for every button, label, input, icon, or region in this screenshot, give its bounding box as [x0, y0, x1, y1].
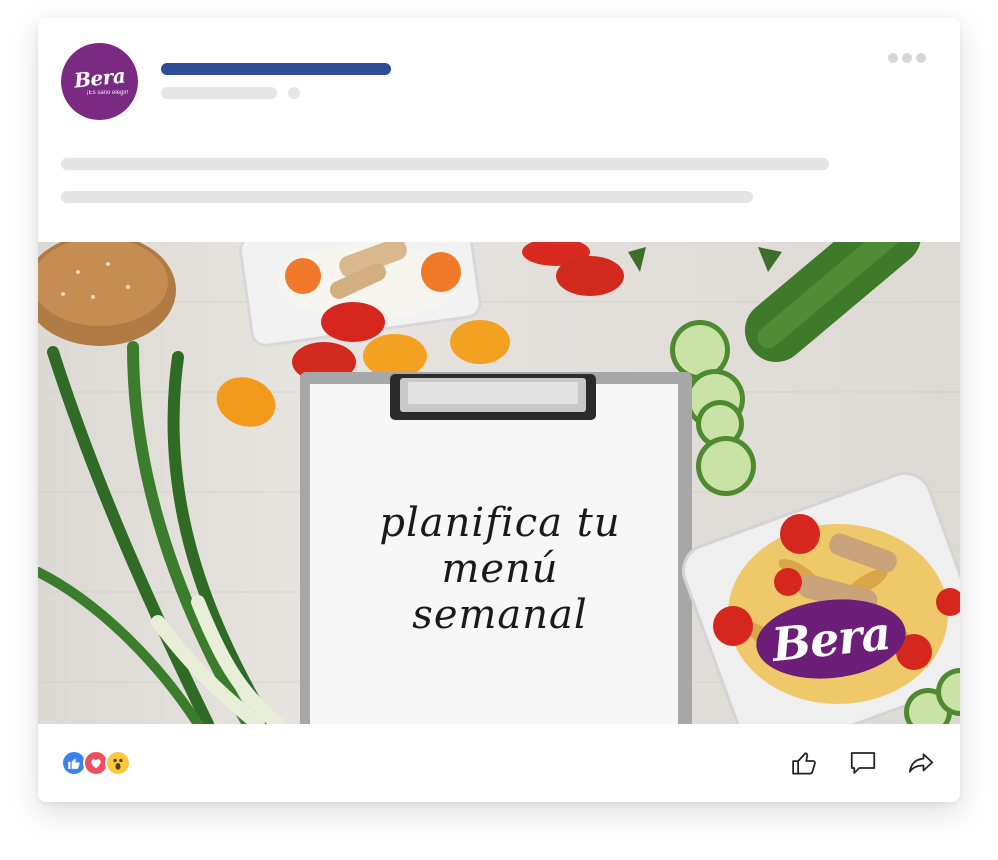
post-actions	[790, 748, 936, 778]
avatar-brand-text: Bera	[72, 62, 127, 93]
comment-button[interactable]	[848, 748, 878, 778]
wow-reaction-icon	[105, 750, 131, 776]
post-card: Bera ¡Es sano elegir! planifica tu menú …	[38, 18, 960, 802]
post-text-placeholder-line-2	[61, 191, 753, 203]
reaction-summary[interactable]	[61, 750, 131, 776]
logo-text: Bera	[769, 605, 893, 673]
share-icon	[908, 753, 934, 773]
avatar[interactable]: Bera ¡Es sano elegir!	[61, 43, 138, 120]
dot-icon	[888, 53, 898, 63]
privacy-dot-placeholder	[288, 87, 300, 99]
dot-icon	[902, 53, 912, 63]
comment-icon	[850, 752, 876, 774]
avatar-tagline: ¡Es sano elegir!	[86, 89, 129, 96]
timestamp-placeholder	[161, 87, 277, 99]
author-name-placeholder[interactable]	[161, 63, 391, 75]
image-headline: planifica tu menú semanal	[379, 500, 621, 638]
post-text-placeholder-line-1	[61, 158, 829, 170]
like-icon	[792, 752, 816, 775]
post-image[interactable]: planifica tu menú semanal Bera	[38, 242, 960, 724]
dot-icon	[916, 53, 926, 63]
more-options-button[interactable]	[888, 53, 926, 63]
like-button[interactable]	[790, 748, 820, 778]
share-button[interactable]	[906, 748, 936, 778]
post-footer	[38, 724, 960, 802]
